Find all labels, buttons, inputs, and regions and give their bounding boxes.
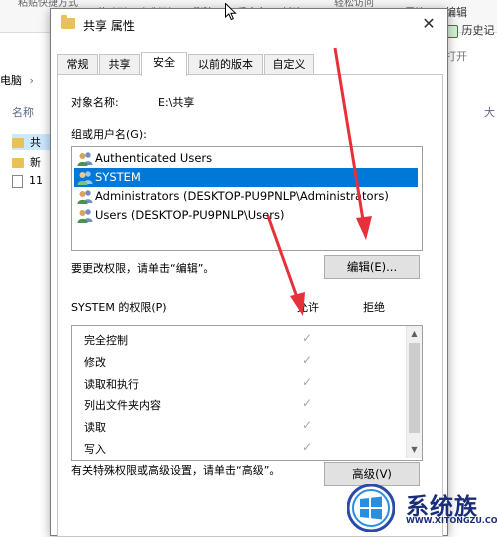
users-icon (77, 209, 93, 223)
address-text: 电脑 (0, 74, 22, 87)
change-permissions-hint: 要更改权限，请单击“编辑”。 (71, 262, 215, 275)
watermark-url: WWW.XITONGZU.COM (406, 516, 497, 525)
deny-column-header: 拒绝 (363, 301, 385, 314)
users-listbox[interactable]: Authenticated Users SYSTEM Administrator… (71, 146, 423, 251)
ribbon-edit-label: 编辑 (445, 6, 467, 19)
close-button[interactable]: ✕ (417, 13, 441, 35)
ribbon-right-group: 编辑 历史记 打开 (440, 6, 497, 70)
user-row-label: Administrators (DESKTOP-PU9PNLP\Administ… (95, 189, 389, 203)
dialog-titlebar[interactable]: 共享 属性 ✕ (51, 9, 447, 39)
tab-customize[interactable]: 自定义 (264, 54, 314, 75)
object-name-label: 对象名称: (71, 96, 119, 109)
tab-sharing[interactable]: 共享 (99, 54, 140, 75)
checkmark-icon: ✓ (302, 331, 313, 345)
users-icon (77, 190, 93, 204)
file-icon (12, 174, 23, 188)
permission-row-label: 写入 (84, 443, 106, 456)
user-row-label: Authenticated Users (95, 151, 213, 165)
file-row-label: 新 (30, 156, 41, 169)
groups-label: 组或用户名(G): (71, 128, 147, 141)
permission-row-label: 读取 (84, 421, 106, 434)
folder-icon (12, 158, 24, 168)
scroll-up-icon[interactable]: ▲ (407, 327, 422, 341)
file-row[interactable]: 新 (12, 154, 41, 170)
users-icon (77, 171, 93, 185)
properties-dialog: 共享 属性 ✕ 常规 共享 安全 以前的版本 自定义 对象名称: E:\共享 组… (50, 8, 448, 537)
file-row-label: 11 (29, 174, 43, 187)
users-icon (77, 152, 93, 166)
ribbon-open-group: 打开 (445, 50, 467, 63)
permission-row-label: 读取和执行 (84, 378, 139, 391)
user-row-authenticated[interactable]: Authenticated Users (74, 149, 418, 168)
advanced-button[interactable]: 高级(V) (324, 462, 420, 486)
folder-icon (12, 138, 24, 148)
scroll-down-icon[interactable]: ▼ (407, 443, 422, 457)
column-header-size[interactable]: 大 (484, 104, 495, 120)
permissions-scrollbar[interactable]: ▲ ▼ (406, 326, 422, 458)
scroll-thumb[interactable] (409, 343, 420, 433)
file-row[interactable]: 共 (12, 134, 50, 150)
tab-previous-versions[interactable]: 以前的版本 (188, 54, 263, 75)
address-bar[interactable]: 电脑 › (0, 72, 50, 90)
file-row-label: 共 (30, 136, 41, 149)
user-row-label: Users (DESKTOP-PU9PNLP\Users) (95, 208, 285, 222)
dialog-title: 共享 属性 (83, 19, 135, 33)
tab-security[interactable]: 安全 (141, 52, 187, 76)
checkmark-icon: ✓ (302, 418, 313, 432)
tab-general[interactable]: 常规 (57, 54, 98, 75)
close-icon: ✕ (422, 14, 436, 33)
advanced-settings-hint: 有关特殊权限或高级设置，请单击“高级”。 (71, 464, 281, 477)
ribbon-history[interactable]: 历史记 (445, 22, 495, 38)
ribbon-edit[interactable]: 编辑 (445, 4, 467, 20)
checkmark-icon: ✓ (302, 396, 313, 410)
folder-icon (61, 15, 75, 29)
checkmark-icon: ✓ (302, 353, 313, 367)
permission-row-label: 修改 (84, 356, 106, 369)
windows-logo-icon (347, 484, 395, 532)
user-row-users[interactable]: Users (DESKTOP-PU9PNLP\Users) (74, 206, 418, 225)
permission-row-label: 完全控制 (84, 334, 128, 347)
object-name-value: E:\共享 (158, 96, 195, 109)
ribbon-history-label: 历史记 (461, 24, 495, 37)
user-row-system[interactable]: SYSTEM (74, 168, 418, 187)
permission-row-label: 列出文件夹内容 (84, 399, 161, 412)
checkmark-icon: ✓ (302, 375, 313, 389)
allow-column-header: 允许 (297, 301, 319, 314)
edit-button[interactable]: 编辑(E)... (324, 255, 420, 279)
file-row[interactable]: 11 (12, 174, 43, 190)
user-row-administrators[interactable]: Administrators (DESKTOP-PU9PNLP\Administ… (74, 187, 418, 206)
permissions-header: SYSTEM 的权限(P) (71, 301, 167, 314)
user-row-label: SYSTEM (95, 170, 141, 184)
permissions-list[interactable]: 完全控制 ✓ 修改 ✓ 读取和执行 ✓ 列出文件夹内容 ✓ 读取 ✓ 写入 ✓ … (71, 325, 423, 461)
address-chevron: › (29, 74, 34, 87)
cursor-icon (225, 3, 237, 21)
checkmark-icon: ✓ (302, 440, 313, 454)
